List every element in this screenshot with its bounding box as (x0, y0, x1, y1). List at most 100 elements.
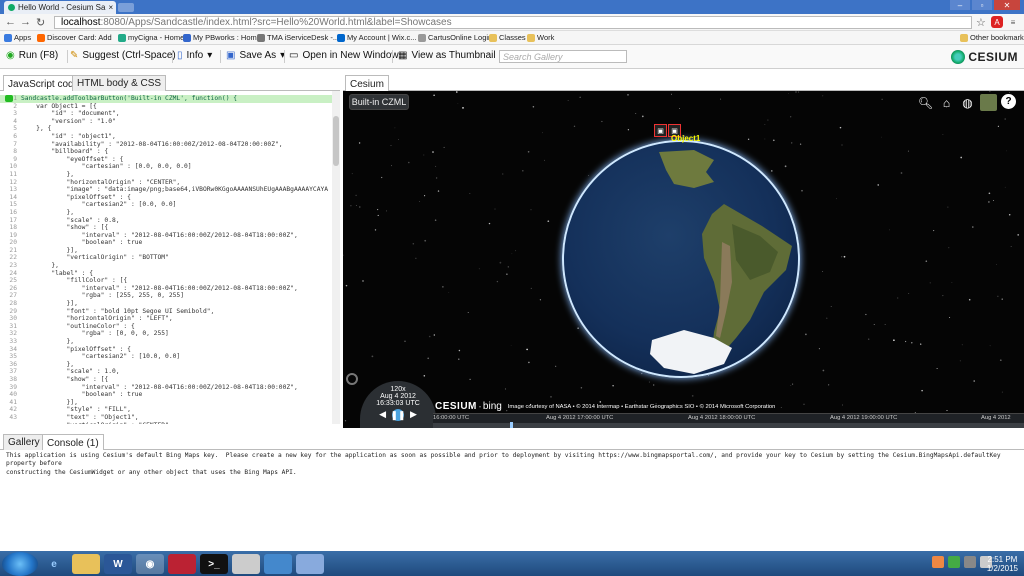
earth-globe[interactable] (562, 140, 800, 378)
code-line: "rgba" : [0, 0, 0, 255] (21, 330, 169, 338)
timeline-needle[interactable] (510, 422, 513, 428)
minimize-button[interactable]: – (950, 0, 970, 10)
bookmark-apps[interactable]: Apps (4, 33, 31, 42)
view-thumbnail-button[interactable]: ▦ View as Thumbnail (398, 50, 496, 61)
search-icon[interactable]: 🔍︎ (917, 94, 934, 111)
timeline-tick-label: Aug 4 2012 19:00:00 UTC (830, 415, 898, 421)
star (527, 150, 530, 153)
pause-icon[interactable]: ❚❚ (390, 409, 406, 421)
toolbar-divider (67, 50, 68, 63)
save-as-dropdown[interactable]: ▣ Save As ▾ (226, 50, 285, 61)
menu-icon[interactable]: ≡ (1007, 16, 1019, 28)
suggest-button[interactable]: ✎ Suggest (Ctrl-Space) (70, 50, 176, 61)
app-icon[interactable] (264, 554, 292, 574)
star-icon[interactable]: ☆ (976, 16, 986, 29)
adblock-icon[interactable]: A (991, 16, 1003, 28)
bookmark-discover[interactable]: Discover Card: Add (37, 33, 112, 42)
star (544, 159, 545, 161)
tab-gallery[interactable]: Gallery (3, 434, 45, 450)
help-icon[interactable]: ? (1001, 94, 1016, 109)
back-arrow-icon[interactable]: ← (5, 16, 16, 28)
editor-scrollbar[interactable] (332, 91, 340, 424)
code-line: "verticalOrigin" : "BOTTOM" (21, 254, 169, 262)
billboard-icon[interactable]: ▣ (654, 124, 667, 137)
star (462, 107, 464, 109)
app-icon[interactable] (296, 554, 324, 574)
star (469, 378, 471, 381)
line-number: 24 (9, 269, 17, 277)
bookmark-wix[interactable]: My Account | Wix.c... (337, 33, 416, 42)
scrollbar-thumb[interactable] (333, 116, 339, 166)
tab-console[interactable]: Console (1) (42, 434, 104, 451)
word-icon[interactable]: W (104, 554, 132, 574)
code-line: }], (21, 300, 78, 308)
paint-icon[interactable] (232, 554, 260, 574)
internet-explorer-icon[interactable]: e (40, 554, 68, 574)
star (499, 261, 502, 264)
fullscreen-icon[interactable] (346, 373, 358, 385)
viewer-tabs: Cesium (343, 74, 1024, 92)
tab-html-body-css[interactable]: HTML body & CSS (72, 75, 167, 91)
command-prompt-icon[interactable]: >_ (200, 554, 228, 574)
star (526, 348, 528, 351)
tray-icon[interactable] (932, 556, 944, 568)
bookmark-folder-work[interactable]: Work (527, 33, 554, 42)
animation-widget[interactable]: 120x Aug 4 2012 16:33:03 UTC ◀ ❚❚ ▶ (360, 381, 436, 428)
star (822, 271, 824, 273)
run-button[interactable]: ◉ Run (F8) (6, 50, 58, 61)
scene-mode-globe-icon[interactable]: ◍ (959, 94, 976, 111)
built-in-czml-button[interactable]: Built-in CZML (349, 94, 409, 110)
base-layer-picker-icon[interactable] (980, 94, 997, 111)
star (648, 381, 650, 383)
app-icon[interactable] (168, 554, 196, 574)
bookmark-tma[interactable]: TMA iServiceDesk -... (257, 33, 339, 42)
open-new-window-button[interactable]: ▭ Open in New Window (289, 50, 399, 61)
bing-logo[interactable]: bing (483, 401, 502, 412)
star (424, 195, 426, 197)
star (968, 298, 971, 301)
reverse-icon[interactable]: ◀ (379, 409, 386, 421)
browser-tab-title: Hello World - Cesium Sa (18, 3, 106, 12)
tab-cesium[interactable]: Cesium (345, 75, 389, 92)
start-button[interactable] (2, 552, 38, 576)
bookmark-folder-classes[interactable]: Classes (489, 33, 526, 42)
maximize-button[interactable]: ▫ (972, 0, 992, 10)
star (920, 343, 922, 345)
browser-tab[interactable]: Hello World - Cesium Sa × (4, 1, 116, 14)
close-tab-icon[interactable]: × (108, 3, 113, 12)
play-icon[interactable]: ▶ (410, 409, 417, 421)
search-gallery-input[interactable]: Search Gallery (499, 50, 627, 63)
file-explorer-icon[interactable] (72, 554, 100, 574)
chevron-down-icon: ▾ (207, 50, 213, 61)
line-number: 15 (9, 201, 17, 209)
new-tab-button[interactable] (118, 3, 134, 12)
code-line: "boolean" : true (21, 391, 143, 399)
line-number: 31 (9, 322, 17, 330)
reload-icon[interactable]: ↻ (36, 16, 45, 29)
star (494, 208, 496, 210)
info-dropdown[interactable]: ▯ Info ▾ (177, 50, 212, 61)
tray-icon[interactable] (948, 556, 960, 568)
close-window-button[interactable]: ✕ (994, 0, 1020, 10)
bookmark-pbworks[interactable]: My PBworks : Home (183, 33, 261, 42)
code-editor[interactable]: 1 2 3 4 5 6 7 8 9 10 11 12 13 14 15 16 17 18 19 20 21 22 23 24 2… (0, 91, 340, 424)
bookmark-cartus[interactable]: CartusOnline Login (418, 33, 492, 42)
home-icon[interactable]: ⌂ (938, 94, 955, 111)
timeline-track[interactable] (433, 423, 1024, 428)
timeline[interactable]: 16:00:00 UTC Aug 4 2012 17:00:00 UTC Aug… (433, 413, 1024, 428)
chrome-icon[interactable]: ◉ (136, 554, 164, 574)
star (907, 150, 909, 152)
forward-arrow-icon[interactable]: → (20, 16, 31, 28)
system-clock[interactable]: 2:51 PM 1/2/2015 (987, 555, 1018, 573)
tray-icon[interactable] (964, 556, 976, 568)
star (653, 384, 655, 386)
bookmark-folder-other[interactable]: Other bookmarks (960, 33, 1024, 42)
code-text[interactable]: Sandcastle.addToolbarButton('Built-in CZ… (21, 95, 331, 424)
line-number: 42 (9, 406, 17, 414)
cesium-viewer[interactable]: Built-in CZML 🔍︎ ⌂ ◍ ? ▣ ▣ Object1 120x … (343, 91, 1024, 428)
bookmark-mycigna[interactable]: myCigna - Home (118, 33, 184, 42)
star (996, 264, 997, 265)
url-input[interactable]: localhost:8080/Apps/Sandcastle/index.htm… (54, 16, 972, 29)
star (921, 389, 923, 392)
cesium-credit-logo[interactable]: CESIUM (435, 401, 477, 412)
